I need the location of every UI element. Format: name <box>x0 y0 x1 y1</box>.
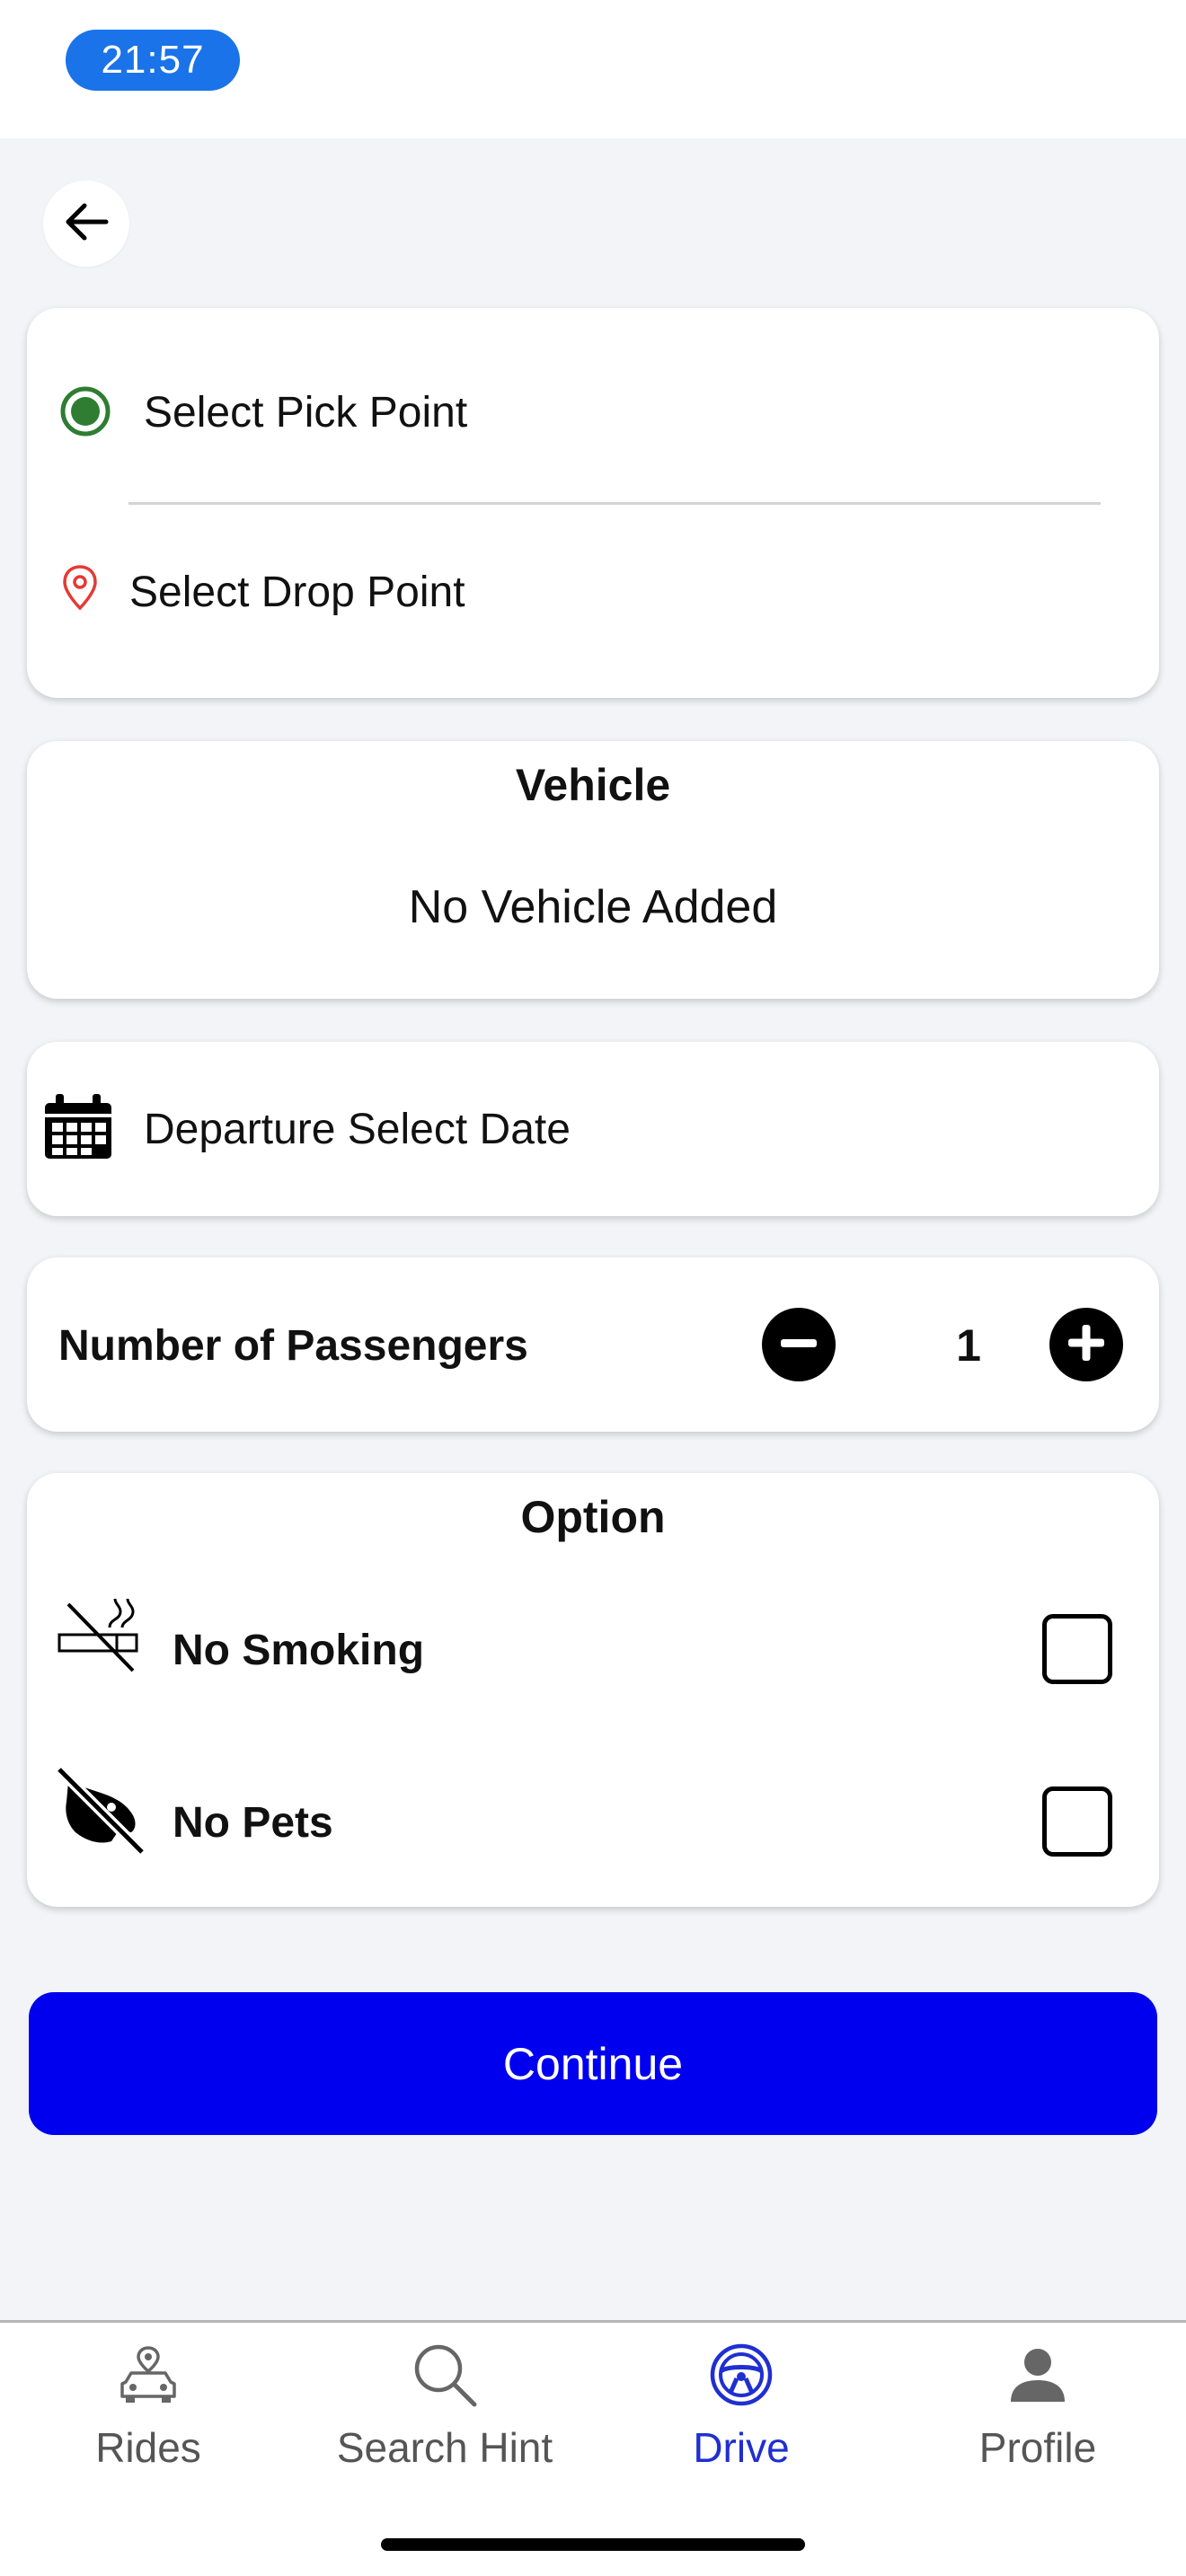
no-pets-icon <box>55 1765 146 1860</box>
passengers-card: Number of Passengers 1 <box>27 1257 1159 1432</box>
increment-passengers-button[interactable] <box>1049 1308 1123 1381</box>
drop-point-label: Select Drop Point <box>129 569 465 616</box>
tab-profile-label: Profile <box>978 2424 1097 2471</box>
route-divider <box>128 502 1101 505</box>
no-smoking-label: No Smoking <box>173 1627 425 1674</box>
vehicle-empty-text: No Vehicle Added <box>408 881 778 933</box>
tab-rides-label: Rides <box>95 2424 201 2471</box>
options-title: Option <box>520 1492 666 1542</box>
tab-search-hint[interactable]: Search Hint <box>296 2323 593 2493</box>
status-bar: 21:57 <box>0 0 1186 138</box>
tab-drive[interactable]: Drive <box>593 2323 890 2493</box>
minus-icon <box>781 1337 817 1353</box>
car-location-icon <box>117 2345 180 2408</box>
pick-point-label: Select Pick Point <box>144 389 468 437</box>
option-row-no-smoking[interactable]: No Smoking <box>27 1581 1159 1707</box>
pick-point-row[interactable]: Select Pick Point <box>27 362 1159 461</box>
decrement-passengers-button[interactable] <box>762 1308 836 1381</box>
arrow-left-icon <box>63 202 110 246</box>
calendar-icon <box>43 1094 113 1165</box>
home-indicator <box>381 2538 805 2551</box>
passenger-count: 1 <box>956 1320 981 1371</box>
no-pets-label: No Pets <box>173 1799 333 1847</box>
tab-rides[interactable]: Rides <box>0 2323 296 2493</box>
options-card: Option No Smoking No Pets <box>27 1473 1159 1907</box>
departure-date-label: Departure Select Date <box>144 1106 571 1153</box>
status-time: 21:57 <box>66 30 240 91</box>
option-row-no-pets[interactable]: No Pets <box>27 1753 1159 1879</box>
steering-wheel-icon <box>709 2342 774 2412</box>
vehicle-card[interactable]: Vehicle No Vehicle Added <box>27 741 1159 999</box>
no-smoking-icon <box>56 1595 146 1681</box>
search-icon <box>412 2342 478 2413</box>
tab-profile[interactable]: Profile <box>890 2323 1186 2493</box>
location-pin-icon <box>59 563 101 618</box>
departure-date-card[interactable]: Departure Select Date <box>27 1042 1159 1216</box>
continue-button[interactable]: Continue <box>29 1992 1157 2135</box>
no-pets-checkbox[interactable] <box>1042 1786 1112 1857</box>
passengers-label: Number of Passengers <box>58 1322 528 1370</box>
vehicle-title: Vehicle <box>515 760 671 810</box>
drop-point-row[interactable]: Select Drop Point <box>27 538 1159 637</box>
tab-search-hint-label: Search Hint <box>336 2424 553 2471</box>
back-button[interactable] <box>43 181 129 267</box>
no-smoking-checkbox[interactable] <box>1042 1614 1112 1684</box>
tab-drive-label: Drive <box>693 2424 790 2471</box>
pick-point-dot-icon <box>59 385 111 442</box>
plus-icon <box>1068 1324 1104 1365</box>
route-card: Select Pick Point Select Drop Point <box>27 308 1159 698</box>
person-icon <box>1009 2346 1067 2408</box>
